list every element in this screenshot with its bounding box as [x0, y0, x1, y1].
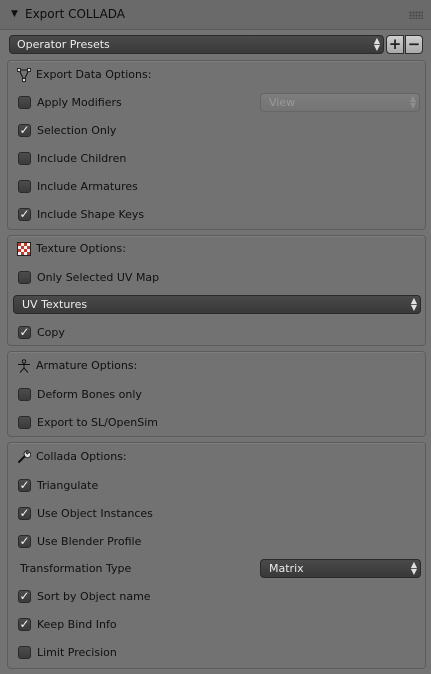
collada-options-box: Collada Options: ✓ Triangulate ✓ Use Obj…: [7, 442, 426, 669]
keep-bind-info-checkbox[interactable]: ✓: [18, 618, 31, 631]
apply-modifiers-mode-dropdown[interactable]: View ▲ ▼: [260, 93, 420, 112]
texture-header: Texture Options:: [8, 239, 425, 261]
keep-bind-info-label: Keep Bind Info: [37, 618, 117, 631]
copy-row: ✓ Copy: [8, 322, 425, 344]
limit-precision-label: Limit Precision: [37, 646, 117, 659]
only-selected-uv-checkbox[interactable]: [18, 271, 31, 284]
blender-profile-checkbox[interactable]: ✓: [18, 535, 31, 548]
add-preset-button[interactable]: +: [386, 35, 404, 54]
object-instances-row: ✓ Use Object Instances: [8, 503, 425, 525]
vertex-mesh-icon: [17, 68, 31, 82]
armature-heading: Armature Options:: [36, 359, 138, 372]
only-selected-uv-row: Only Selected UV Map: [8, 267, 425, 289]
deform-bones-checkbox[interactable]: [18, 388, 31, 401]
keep-bind-info-row: ✓ Keep Bind Info: [8, 614, 425, 636]
updown-arrows-icon: ▲ ▼: [373, 36, 380, 52]
include-armatures-label: Include Armatures: [37, 180, 138, 193]
sort-by-name-row: ✓ Sort by Object name: [8, 586, 425, 608]
transformation-type-dropdown[interactable]: Matrix ▲ ▼: [260, 559, 421, 578]
triangulate-label: Triangulate: [37, 479, 99, 492]
texture-heading: Texture Options:: [36, 242, 126, 255]
selection-only-checkbox[interactable]: ✓: [18, 124, 31, 137]
limit-precision-checkbox[interactable]: [18, 646, 31, 659]
triangulate-row: ✓ Triangulate: [8, 475, 425, 497]
deform-bones-label: Deform Bones only: [37, 388, 142, 401]
limit-precision-row: Limit Precision: [8, 642, 425, 664]
sort-by-name-label: Sort by Object name: [37, 590, 151, 603]
wrench-icon: [18, 450, 31, 463]
uv-textures-value: UV Textures: [22, 298, 88, 311]
apply-modifiers-mode-value: View: [269, 96, 296, 109]
blender-profile-row: ✓ Use Blender Profile: [8, 531, 425, 553]
uv-textures-dropdown[interactable]: UV Textures ▲ ▼: [13, 295, 421, 314]
include-armatures-row: Include Armatures: [8, 176, 425, 198]
drag-grip-icon[interactable]: [409, 11, 423, 19]
texture-options-box: Texture Options: Only Selected UV Map UV…: [7, 235, 426, 346]
panel-title: Export COLLADA: [25, 7, 126, 21]
armature-header: Armature Options:: [8, 356, 425, 378]
operator-presets-dropdown[interactable]: Operator Presets ▲ ▼: [9, 35, 384, 54]
export-sl-row: Export to SL/OpenSim: [8, 412, 425, 434]
only-selected-uv-label: Only Selected UV Map: [37, 271, 160, 284]
include-shape-keys-checkbox[interactable]: ✓: [18, 208, 31, 221]
export-sl-checkbox[interactable]: [18, 416, 31, 429]
operator-presets-label: Operator Presets: [17, 38, 110, 51]
object-instances-label: Use Object Instances: [37, 507, 153, 520]
transformation-type-value: Matrix: [269, 562, 304, 575]
selection-only-label: Selection Only: [37, 124, 117, 137]
export-sl-label: Export to SL/OpenSim: [37, 416, 158, 429]
include-shape-keys-row: ✓ Include Shape Keys: [8, 204, 425, 226]
apply-modifiers-label: Apply Modifiers: [37, 96, 122, 109]
updown-arrows-icon: ▲ ▼: [410, 296, 417, 312]
remove-preset-button[interactable]: −: [405, 35, 423, 54]
object-instances-checkbox[interactable]: ✓: [18, 507, 31, 520]
collada-header: Collada Options:: [8, 447, 425, 469]
panel-header[interactable]: ▼ Export COLLADA: [0, 0, 431, 30]
export-data-heading: Export Data Options:: [36, 68, 152, 81]
selection-only-row: ✓ Selection Only: [8, 120, 425, 142]
copy-label: Copy: [37, 326, 65, 339]
copy-checkbox[interactable]: ✓: [18, 326, 31, 339]
updown-arrows-icon: ▲ ▼: [409, 94, 416, 110]
apply-modifiers-checkbox[interactable]: [18, 96, 31, 109]
transformation-type-label: Transformation Type: [20, 562, 132, 575]
include-armatures-checkbox[interactable]: [18, 180, 31, 193]
blender-profile-label: Use Blender Profile: [37, 535, 142, 548]
collada-heading: Collada Options:: [36, 450, 127, 463]
deform-bones-row: Deform Bones only: [8, 384, 425, 406]
include-shape-keys-label: Include Shape Keys: [37, 208, 145, 221]
transformation-type-row: Transformation Type Matrix ▲ ▼: [8, 558, 425, 580]
export-data-header: Export Data Options:: [8, 65, 425, 87]
apply-modifiers-row: Apply Modifiers View ▲ ▼: [8, 92, 425, 114]
texture-checker-icon: [17, 242, 31, 256]
export-data-options-box: Export Data Options: Apply Modifiers Vie…: [7, 60, 426, 230]
include-children-checkbox[interactable]: [18, 152, 31, 165]
updown-arrows-icon: ▲ ▼: [410, 560, 417, 576]
include-children-label: Include Children: [37, 152, 127, 165]
collapse-triangle-icon[interactable]: ▼: [11, 9, 18, 19]
triangulate-checkbox[interactable]: ✓: [18, 479, 31, 492]
include-children-row: Include Children: [8, 148, 425, 170]
sort-by-name-checkbox[interactable]: ✓: [18, 590, 31, 603]
armature-figure-icon: [18, 359, 30, 373]
armature-options-box: Armature Options: Deform Bones only Expo…: [7, 351, 426, 437]
